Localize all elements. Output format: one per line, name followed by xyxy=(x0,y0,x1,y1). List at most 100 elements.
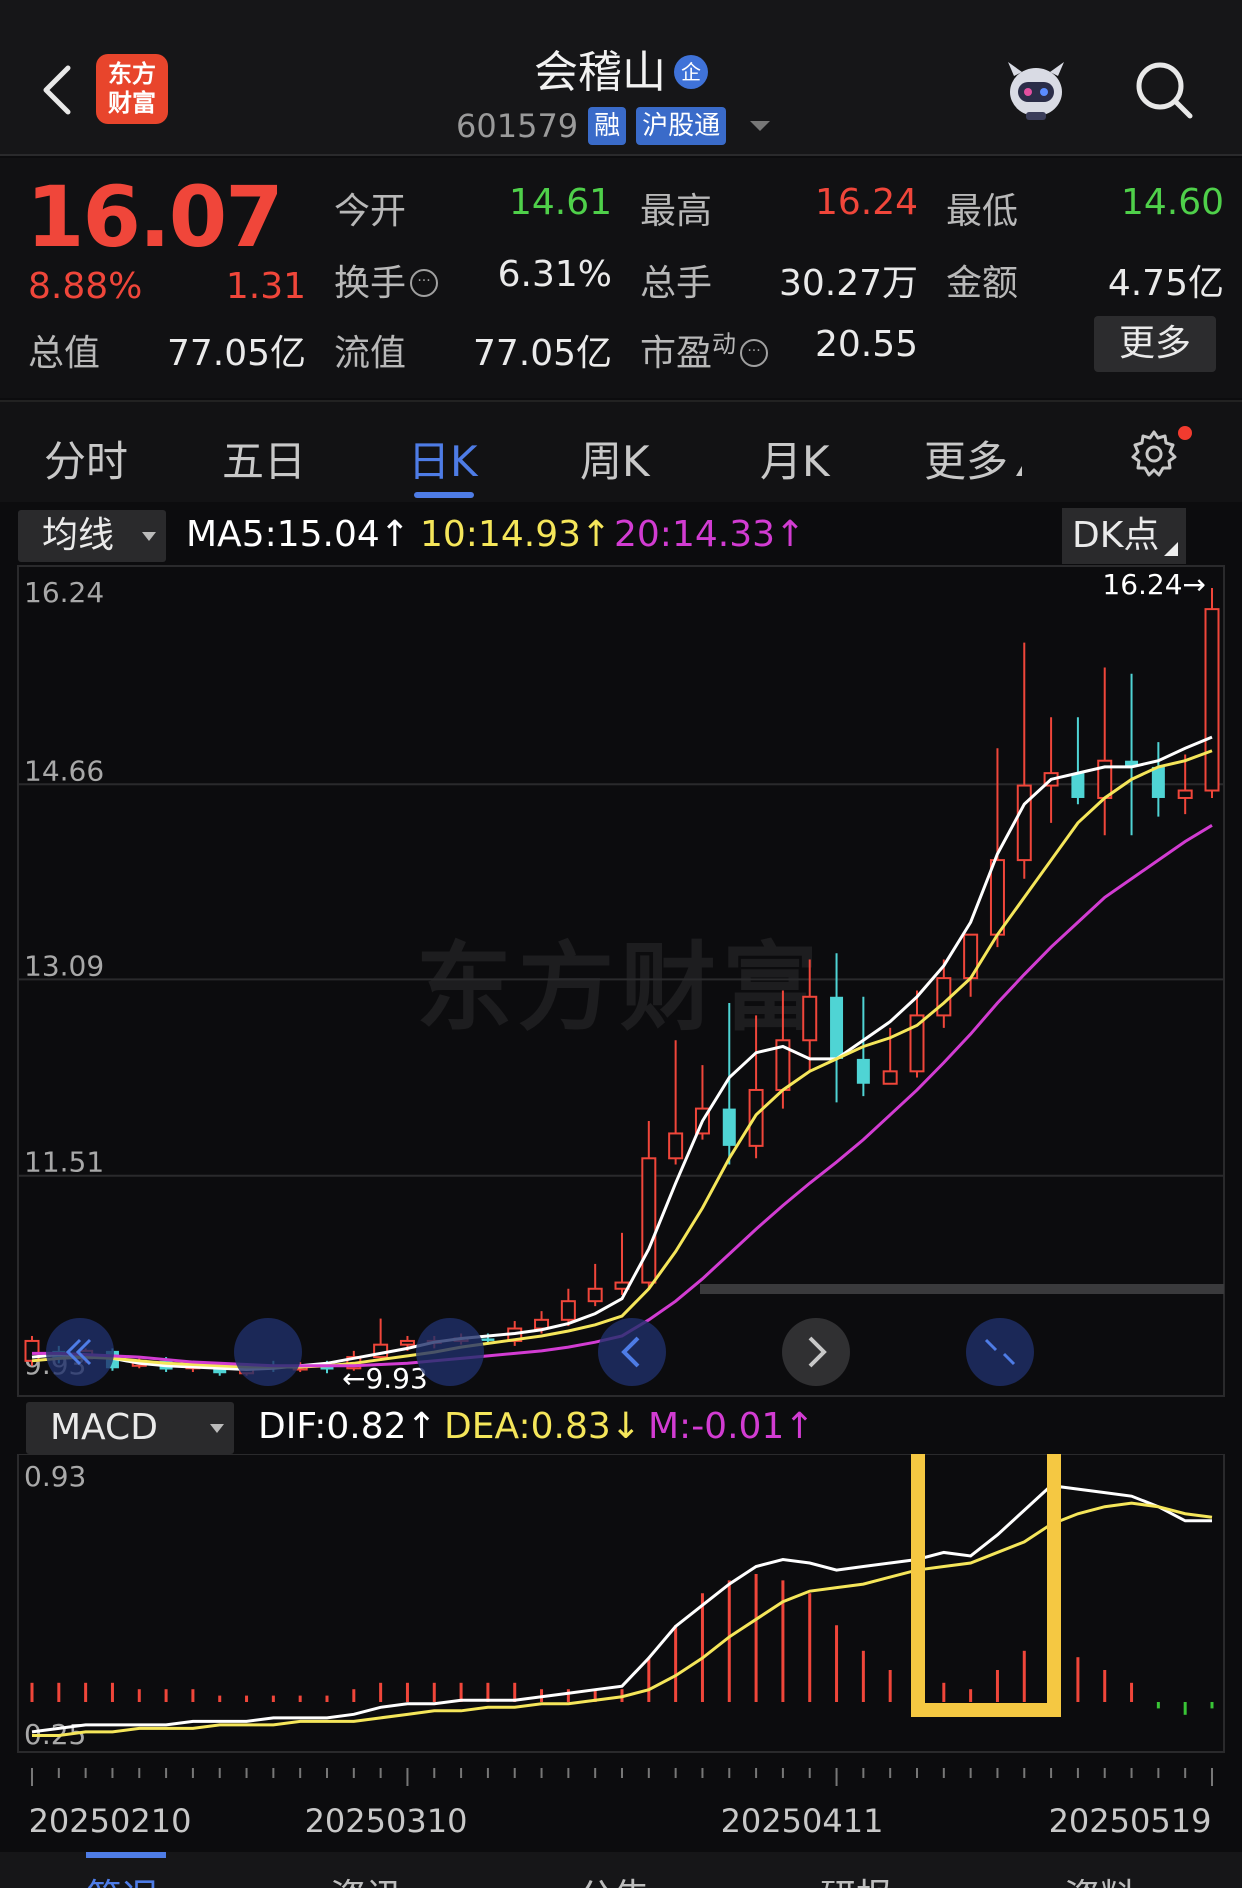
dk-point-label: DK点 xyxy=(1072,515,1160,556)
tab-monthly-k[interactable]: 月K xyxy=(760,428,830,489)
indicator-selector-macd[interactable]: MACD xyxy=(26,1402,234,1454)
pe-dynamic-sup: 动 xyxy=(712,330,737,358)
indicator-selector-label: 均线 xyxy=(42,515,115,556)
pe-value: 20.55 xyxy=(814,324,918,365)
ma20-value: 20:14.33↑ xyxy=(614,514,806,555)
kline-chart[interactable]: 16.2414.6613.0911.519.9316.24→←9.93 xyxy=(0,564,1242,1398)
max-price-label: 16.24→ xyxy=(1102,568,1206,601)
turnover-label-text: 换手 xyxy=(334,263,407,304)
candle-body xyxy=(1016,784,1032,862)
margin-trading-tag: 融 xyxy=(588,107,627,145)
turnover-value: 6.31% xyxy=(497,254,612,295)
dif-value: DIF:0.82↑ xyxy=(258,1406,437,1447)
open-label: 今开 xyxy=(334,191,407,232)
candle-body xyxy=(1151,766,1165,798)
double-left-icon[interactable] xyxy=(46,1318,114,1386)
tab-weekly-k[interactable]: 周K xyxy=(580,428,650,489)
date-label: 20250411 xyxy=(721,1802,884,1840)
tab-more[interactable]: 更多 xyxy=(924,428,1023,489)
tab-five-day[interactable]: 五日 xyxy=(222,428,306,489)
scroll-track xyxy=(700,1284,1224,1294)
y-tick-label: 11.51 xyxy=(24,1146,104,1179)
change-percent: 8.88% xyxy=(28,266,143,307)
date-label: 20250210 xyxy=(29,1802,192,1840)
candle-body xyxy=(722,1108,736,1146)
bottom-tab-bar: 简况 资讯 公告 研报 资料 xyxy=(0,1852,1242,1888)
chevron-left-icon[interactable] xyxy=(598,1318,666,1386)
chevron-right-icon[interactable] xyxy=(782,1318,850,1386)
active-bottom-tab-indicator xyxy=(86,1852,166,1858)
current-price: 16.07 xyxy=(26,168,284,266)
candle-body xyxy=(587,1287,603,1303)
y-tick-label: 13.09 xyxy=(24,949,104,982)
macd-selector-label: MACD xyxy=(50,1407,158,1448)
candle-body xyxy=(748,1088,764,1147)
bottom-tab-profile[interactable]: 资料 xyxy=(1064,1868,1136,1888)
candle-body xyxy=(1204,608,1220,792)
volume-label: 总手 xyxy=(640,263,713,304)
macd-indicator-row: MACD DIF:0.82↑ DEA:0.83↓ M:-0.01↑ xyxy=(0,1400,1242,1456)
candle-body xyxy=(399,1339,415,1346)
low-value: 14.60 xyxy=(1120,182,1224,223)
amount-value: 4.75亿 xyxy=(1107,263,1224,304)
min-price-label: ←9.93 xyxy=(342,1362,428,1395)
date-axis: 20250210 20250310 20250411 20250519 xyxy=(29,1768,1213,1840)
bottom-tab-news[interactable]: 资讯 xyxy=(330,1868,402,1888)
chevron-down-icon[interactable] xyxy=(750,121,771,131)
search-icon[interactable] xyxy=(1132,58,1196,122)
pe-label-text: 市盈 xyxy=(640,333,713,374)
robot-assistant-icon[interactable] xyxy=(1000,56,1072,122)
quote-panel: 16.07 8.88% 1.31 今开 14.61 最高 16.24 最低 14… xyxy=(0,158,1242,398)
date-label: 20250310 xyxy=(305,1802,468,1840)
indicator-selector-ma[interactable]: 均线 xyxy=(18,510,166,562)
candle-body xyxy=(856,1058,870,1084)
active-tab-indicator xyxy=(414,492,474,498)
stock-connect-tag: 沪股通 xyxy=(636,107,727,145)
caret-down-icon xyxy=(210,1424,224,1433)
change-amount: 1.31 xyxy=(225,266,306,307)
blank-button[interactable] xyxy=(234,1318,302,1386)
dea-value: DEA:0.83↓ xyxy=(444,1406,641,1447)
candle-body xyxy=(641,1157,657,1284)
candle-body xyxy=(481,1338,495,1341)
macd-chart[interactable]: 0.930.25 xyxy=(0,1454,1242,1754)
more-quote-button[interactable]: 更多 xyxy=(1094,316,1216,372)
tab-intraday[interactable]: 分时 xyxy=(44,428,128,489)
float-cap-value: 77.05亿 xyxy=(472,333,612,374)
stock-code-row[interactable]: 601579 融 沪股通 xyxy=(456,104,771,148)
high-label: 最高 xyxy=(640,191,713,232)
ma5-value: MA5:15.04↑ xyxy=(186,514,410,555)
candle-body xyxy=(882,1070,898,1085)
market-cap-label: 总值 xyxy=(28,333,101,374)
bottom-tab-research[interactable]: 研报 xyxy=(820,1868,892,1888)
stock-code: 601579 xyxy=(456,107,579,145)
candle-body xyxy=(668,1132,684,1160)
caret-down-icon xyxy=(142,532,156,541)
float-cap-label: 流值 xyxy=(334,333,407,374)
tab-more-label: 更多 xyxy=(924,437,1009,486)
ma-indicator-row: 均线 MA5:15.04↑ 10:14.93↑ 20:14.33↑ DK点 xyxy=(0,508,1242,564)
pe-label: 市盈动 ··· xyxy=(640,324,769,376)
dk-point-button[interactable]: DK点 xyxy=(1062,508,1186,564)
candle-body xyxy=(1177,789,1193,799)
candle-body xyxy=(830,996,844,1059)
collapse-icon[interactable] xyxy=(966,1318,1034,1386)
open-value: 14.61 xyxy=(508,182,612,223)
info-icon[interactable]: ··· xyxy=(740,339,769,367)
low-label: 最低 xyxy=(946,191,1019,232)
amount-label: 金额 xyxy=(946,263,1019,304)
period-tabs: 分时 五日 日K 周K 月K 更多 xyxy=(0,400,1242,502)
bottom-tab-announcements[interactable]: 公告 xyxy=(578,1868,650,1888)
highlight-box xyxy=(911,1454,1061,1717)
gear-icon[interactable] xyxy=(1128,428,1180,480)
ma10-value: 10:14.93↑ xyxy=(420,514,612,555)
turnover-label: 换手 ··· xyxy=(334,254,439,306)
bottom-tab-overview[interactable]: 简况 xyxy=(86,1868,158,1888)
enterprise-badge-icon: 企 xyxy=(674,55,708,89)
tab-daily-k[interactable]: 日K xyxy=(408,428,478,489)
blank-button[interactable] xyxy=(416,1318,484,1386)
info-icon[interactable]: ··· xyxy=(410,269,439,297)
volume-value: 30.27万 xyxy=(778,263,918,304)
app-header: 东方 财富 会稽山企 601579 融 沪股通 xyxy=(0,0,1242,156)
candle-body xyxy=(989,859,1005,936)
